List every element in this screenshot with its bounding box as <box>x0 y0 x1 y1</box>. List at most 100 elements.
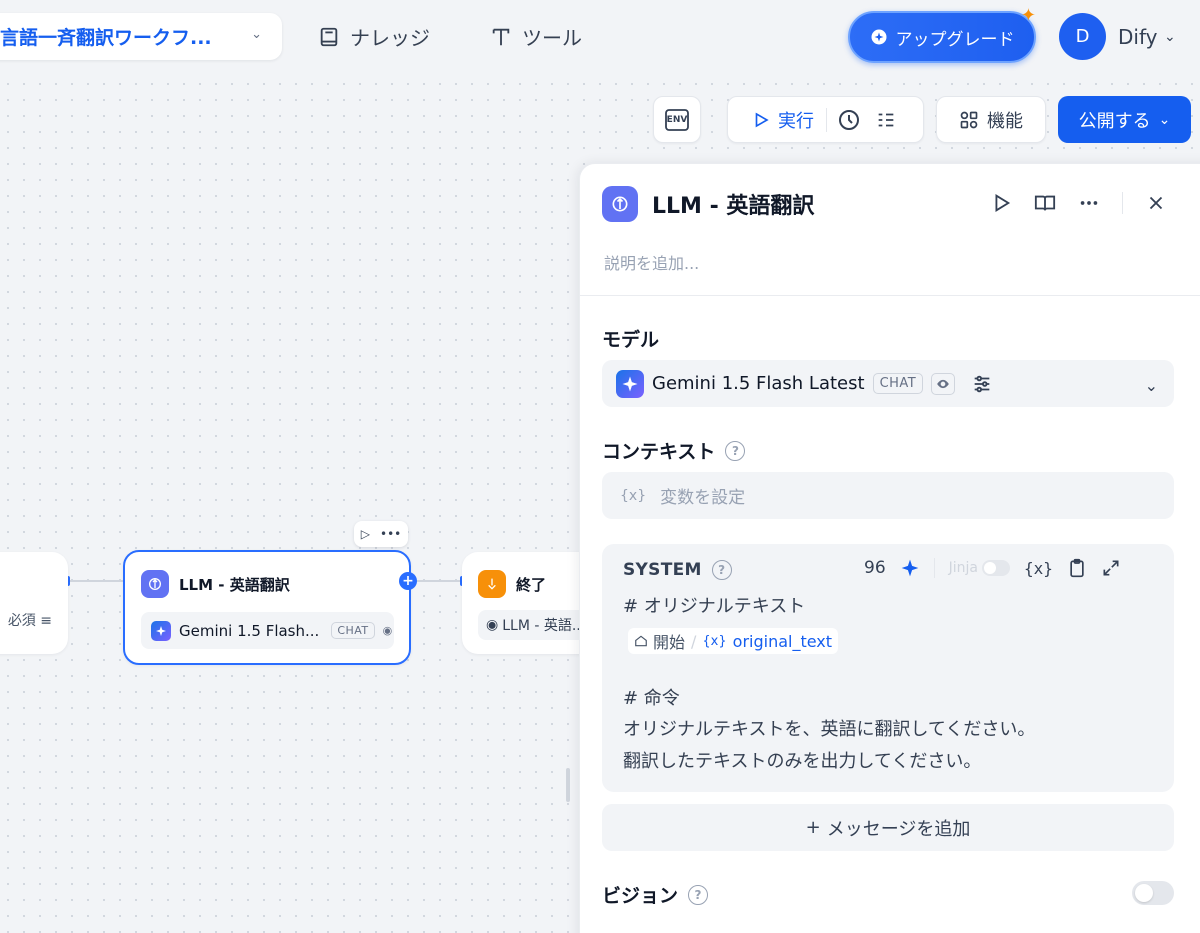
prompt-line: # 命令 <box>623 688 680 709</box>
history-icon[interactable] <box>837 108 861 132</box>
expand-icon[interactable] <box>1101 558 1121 578</box>
system-label: SYSTEM <box>623 560 702 580</box>
apps-icon <box>960 111 978 128</box>
panel-tools <box>990 192 1167 214</box>
nav-tools[interactable]: ツール <box>490 22 582 51</box>
text-lines-icon: ≡ <box>40 613 52 629</box>
context-variable-input[interactable]: {x} 変数を設定 <box>602 472 1174 519</box>
chevron-down-icon: ⌄ <box>251 27 262 42</box>
env-button[interactable]: ENV <box>653 96 701 143</box>
sparkle-icon: ✦ <box>1020 5 1036 26</box>
nav-tools-label: ツール <box>522 26 582 50</box>
llm-small-icon: ◉ <box>486 617 499 633</box>
end-node-title: 終了 <box>516 575 547 594</box>
prompt-line: # オリジナルテキスト <box>623 596 806 617</box>
divider <box>826 107 827 132</box>
llm-node-title: LLM - 英語翻訳 <box>179 575 290 594</box>
panel-resize-handle[interactable] <box>566 768 570 802</box>
upgrade-button[interactable]: アップグレード ✦ <box>848 5 1036 63</box>
prompt-line: オリジナルテキストを、英語に翻訳してください。 <box>623 719 1036 740</box>
close-icon[interactable] <box>1145 192 1167 214</box>
run-label: 実行 <box>778 110 814 132</box>
upgrade-label: アップグレード <box>895 29 1015 50</box>
end-node-output-label: LLM - 英語... <box>502 618 586 634</box>
edge-start-llm <box>68 580 124 582</box>
variable-source-label: 開始 <box>653 633 686 652</box>
run-toolbar-group: 実行 <box>727 96 924 143</box>
system-header: SYSTEM ? <box>623 560 732 580</box>
features-label: 機能 <box>987 110 1023 132</box>
chevron-down-icon[interactable]: ⌄ <box>1164 29 1176 45</box>
publish-button[interactable]: 公開する ⌄ <box>1058 96 1191 143</box>
llm-node[interactable]: LLM - 英語翻訳 Gemini 1.5 Flash... CHAT ◉ <box>123 550 411 665</box>
book-icon <box>320 27 338 46</box>
play-icon <box>755 112 769 127</box>
gemini-icon <box>616 369 644 398</box>
model-selector[interactable]: Gemini 1.5 Flash Latest CHAT ⌄ <box>602 360 1174 407</box>
book-open-icon[interactable] <box>1034 192 1056 214</box>
system-prompt-editor[interactable]: SYSTEM ? 96 Jinja {x} # オリジナルテキスト 開始 / {… <box>602 544 1174 792</box>
play-icon[interactable]: ▷ <box>361 527 370 541</box>
vision-section-label: ビジョン ? <box>602 881 709 908</box>
node-actions: ▷ ••• <box>354 521 408 547</box>
magic-sparkle-icon[interactable] <box>900 558 920 578</box>
end-node-header: 終了 <box>478 570 546 598</box>
vision-toggle[interactable] <box>1132 881 1174 905</box>
help-icon[interactable]: ? <box>711 560 732 580</box>
edge-llm-end <box>411 580 463 582</box>
description-input[interactable]: 説明を追加... <box>604 250 699 274</box>
llm-node-model: Gemini 1.5 Flash... CHAT ◉ <box>141 612 394 649</box>
sliders-icon[interactable] <box>971 373 993 395</box>
jinja-toggle[interactable]: Jinja <box>949 560 1011 576</box>
char-count: 96 <box>864 558 886 578</box>
divider <box>580 295 1200 296</box>
llm-node-model-name: Gemini 1.5 Flash... <box>179 621 320 640</box>
model-label: モデル <box>602 329 660 351</box>
user-name[interactable]: Dify <box>1118 25 1157 49</box>
run-button[interactable]: 実行 <box>752 107 814 133</box>
add-message-button[interactable]: + メッセージを追加 <box>602 804 1174 851</box>
vision-eye-icon <box>931 372 956 395</box>
gemini-icon <box>151 620 171 641</box>
system-tools: 96 Jinja {x} <box>864 558 1121 578</box>
features-button[interactable]: 機能 <box>936 96 1046 143</box>
help-icon[interactable]: ? <box>725 440 746 461</box>
checklist-icon[interactable] <box>875 109 897 131</box>
node-settings-panel: LLM - 英語翻訳 説明を追加... モデル Gemini 1.5 Flash… <box>579 163 1200 933</box>
insert-variable-button[interactable]: {x} <box>1024 559 1053 578</box>
publish-label: 公開する <box>1078 110 1151 132</box>
start-node[interactable]: 必須 ≡ <box>0 552 68 654</box>
help-icon[interactable]: ? <box>688 884 709 905</box>
home-icon <box>635 635 647 647</box>
model-name: Gemini 1.5 Flash Latest <box>652 373 865 394</box>
jinja-switch[interactable] <box>982 560 1011 576</box>
chevron-down-icon: ⌄ <box>1144 376 1158 395</box>
variable-icon: {x} <box>620 487 647 504</box>
app-title: 言語一斉翻訳ワークフ... <box>0 27 212 49</box>
chat-tag: CHAT <box>872 373 924 394</box>
add-node-plus-icon[interactable]: + <box>399 572 417 590</box>
plus-icon: + <box>805 817 821 838</box>
nav-knowledge-label: ナレッジ <box>350 26 430 50</box>
more-icon[interactable] <box>1078 192 1100 214</box>
variable-source: 開始 <box>634 629 685 653</box>
vision-label: ビジョン <box>602 885 679 907</box>
panel-title[interactable]: LLM - 英語翻訳 <box>652 188 814 220</box>
chat-tag: CHAT <box>331 622 375 639</box>
path-separator: / <box>691 631 697 651</box>
app-selector[interactable]: 言語一斉翻訳ワークフ... ⌄ <box>0 13 282 60</box>
hammer-icon <box>492 28 510 45</box>
avatar[interactable]: D <box>1059 13 1106 60</box>
variable-reference-chip[interactable]: 開始 / {x} original_text <box>628 628 839 654</box>
prompt-line: 翻訳したテキストのみを出力してください。 <box>623 751 982 772</box>
divider <box>933 558 935 578</box>
nav-knowledge[interactable]: ナレッジ <box>318 22 430 51</box>
play-icon[interactable] <box>990 192 1012 214</box>
more-icon[interactable]: ••• <box>380 527 401 541</box>
llm-icon <box>141 570 169 598</box>
sparkle-badge-icon <box>871 29 886 45</box>
panel-header: LLM - 英語翻訳 <box>602 186 814 222</box>
context-placeholder: 変数を設定 <box>660 488 746 508</box>
clipboard-icon[interactable] <box>1067 558 1087 578</box>
required-chip: 必須 ≡ <box>8 610 52 630</box>
